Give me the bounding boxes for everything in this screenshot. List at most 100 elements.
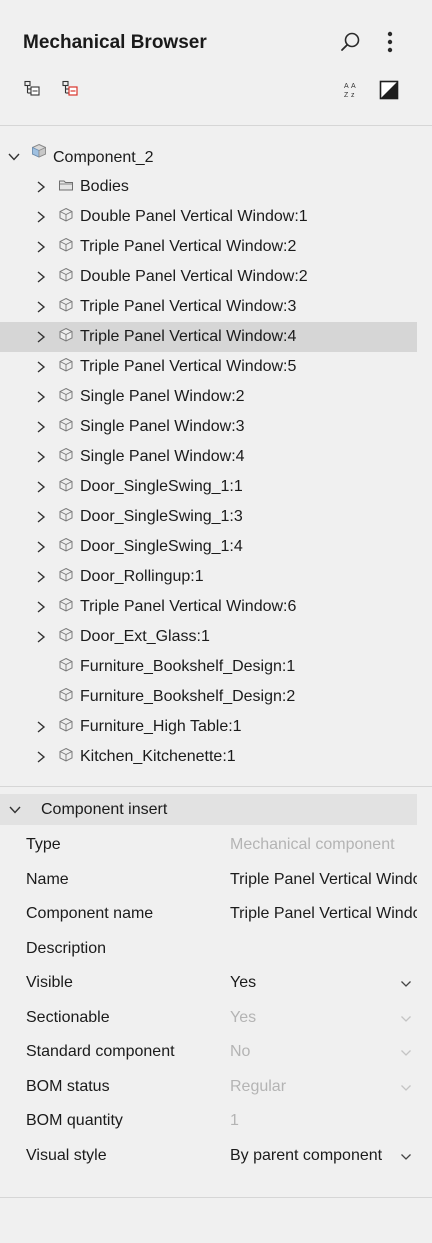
folder-icon	[59, 180, 73, 191]
tree-item[interactable]: Door_Rollingup:1	[0, 562, 432, 592]
chevron-down-icon	[401, 1015, 411, 1022]
component-icon	[59, 657, 73, 672]
chevron-right-icon[interactable]	[34, 540, 48, 554]
tree-item[interactable]: Kitchen_Kitchenette:1	[0, 742, 432, 772]
chevron-right-icon[interactable]	[34, 720, 48, 734]
tree-item-label: Single Panel Window:2	[80, 388, 245, 405]
tree-item[interactable]: Single Panel Window:3	[0, 412, 432, 442]
component-icon	[59, 327, 73, 342]
tree-collapse-icon[interactable]	[60, 79, 80, 99]
component-icon	[59, 447, 73, 462]
sort-az-icon[interactable]: A A Z z	[340, 79, 360, 101]
chevron-down-icon[interactable]	[8, 803, 22, 817]
chevron-right-icon[interactable]	[34, 360, 48, 374]
chevron-down-icon[interactable]	[400, 1151, 412, 1163]
property-value: No	[230, 1043, 251, 1060]
tree-item-label: Door_SingleSwing_1:4	[80, 538, 243, 555]
component-icon	[59, 627, 73, 642]
property-name: Component name	[26, 905, 154, 922]
chevron-right-icon[interactable]	[34, 390, 48, 404]
chevron-down-icon[interactable]	[400, 978, 412, 990]
component-icon	[59, 237, 73, 252]
tree-item[interactable]: Double Panel Vertical Window:1	[0, 202, 432, 232]
tree-item[interactable]: Furniture_Bookshelf_Design:1	[0, 652, 432, 682]
property-row: Sectionable Yes	[0, 1001, 432, 1036]
tree-item[interactable]: Door_Ext_Glass:1	[0, 622, 432, 652]
tree-item[interactable]: Triple Panel Vertical Window:4	[0, 322, 417, 352]
tree-item-label: Double Panel Vertical Window:2	[80, 268, 308, 285]
tree-item[interactable]: Triple Panel Vertical Window:6	[0, 592, 432, 622]
chevron-right-icon[interactable]	[34, 570, 48, 584]
tree-item[interactable]: Triple Panel Vertical Window:3	[0, 292, 432, 322]
tree-item-label: Triple Panel Vertical Window:3	[80, 298, 297, 315]
tree-item[interactable]: Door_SingleSwing_1:1	[0, 472, 432, 502]
component-icon	[59, 747, 73, 762]
tree-item[interactable]: Door_SingleSwing_1:4	[0, 532, 432, 562]
browser-header: Mechanical Browser A A Z z	[0, 0, 432, 125]
svg-text:A: A	[344, 83, 349, 90]
tree-item[interactable]: Triple Panel Vertical Window:2	[0, 232, 432, 262]
tree-root-row[interactable]: Component_2	[0, 140, 432, 172]
chevron-right-icon[interactable]	[34, 420, 48, 434]
tree-item-label: Kitchen_Kitchenette:1	[80, 748, 236, 765]
chevron-right-icon[interactable]	[34, 210, 48, 224]
tree-item[interactable]: Triple Panel Vertical Window:5	[0, 352, 432, 382]
tree-item-label: Single Panel Window:3	[80, 418, 245, 435]
property-name: Standard component	[26, 1043, 175, 1060]
chevron-right-icon[interactable]	[34, 480, 48, 494]
chevron-right-icon[interactable]	[34, 600, 48, 614]
tree-item-label: Triple Panel Vertical Window:5	[80, 358, 297, 375]
property-value[interactable]: By parent component	[230, 1147, 395, 1165]
tree-item[interactable]: Furniture_High Table:1	[0, 712, 432, 742]
tree-item[interactable]: Furniture_Bookshelf_Design:2	[0, 682, 432, 712]
component-icon	[59, 297, 73, 312]
chevron-down-icon[interactable]	[7, 150, 21, 164]
tree-item[interactable]: Single Panel Window:4	[0, 442, 432, 472]
chevron-right-icon[interactable]	[34, 180, 48, 194]
contrast-icon[interactable]	[378, 79, 400, 101]
tree-item[interactable]: Double Panel Vertical Window:2	[0, 262, 432, 292]
chevron-down-icon	[401, 1050, 411, 1056]
header-divider	[0, 125, 432, 126]
tree-items: Bodies Double Panel Vertical Window:1 Trip…	[0, 172, 432, 772]
tree-item[interactable]: Bodies	[0, 172, 432, 202]
component-icon	[59, 477, 73, 492]
chevron-right-icon[interactable]	[34, 330, 48, 344]
chevron-right-icon[interactable]	[34, 450, 48, 464]
tree-item-label: Door_Rollingup:1	[80, 568, 204, 585]
chevron-right-icon[interactable]	[34, 750, 48, 764]
svg-text:Z: Z	[344, 92, 349, 99]
svg-text:z: z	[351, 92, 355, 99]
svg-text:A: A	[351, 83, 356, 90]
tree-item[interactable]: Single Panel Window:2	[0, 382, 432, 412]
component-insert-section-header[interactable]: Component insert	[0, 794, 417, 825]
chevron-right-icon[interactable]	[34, 300, 48, 314]
chevron-right-icon[interactable]	[34, 510, 48, 524]
component-icon	[59, 507, 73, 522]
search-icon[interactable]	[338, 30, 362, 54]
component-icon	[59, 387, 73, 402]
tree-item-label: Door_SingleSwing_1:3	[80, 508, 243, 525]
tree-item-label: Triple Panel Vertical Window:6	[80, 598, 297, 615]
property-row: Visual style By parent component	[0, 1139, 432, 1174]
property-name: Visual style	[26, 1146, 107, 1164]
chevron-right-icon[interactable]	[34, 630, 48, 644]
property-row: Name Triple Panel Vertical Window:4	[0, 863, 432, 898]
properties-list: Type Mechanical component Name Triple Panel…	[0, 828, 432, 1173]
more-vertical-icon[interactable]	[380, 30, 400, 54]
property-value[interactable]: Triple Panel Vertical Window	[230, 905, 417, 923]
tree-divider	[0, 786, 432, 787]
property-row: BOM quantity 1	[0, 1104, 432, 1139]
tree-item[interactable]: Door_SingleSwing_1:3	[0, 502, 432, 532]
chevron-right-icon[interactable]	[34, 240, 48, 254]
property-value[interactable]: Yes	[230, 974, 395, 992]
property-value[interactable]: Triple Panel Vertical Window:4	[230, 871, 417, 889]
assembly-icon	[32, 143, 46, 158]
chevron-right-icon[interactable]	[34, 270, 48, 284]
property-name: Description	[26, 939, 107, 957]
tree-item-label: Door_Ext_Glass:1	[80, 628, 210, 645]
tree-item-label: Bodies	[80, 178, 129, 195]
tree-expand-icon[interactable]	[22, 79, 42, 99]
component-icon	[59, 537, 73, 552]
tree-item-label: Furniture_Bookshelf_Design:1	[80, 658, 296, 675]
